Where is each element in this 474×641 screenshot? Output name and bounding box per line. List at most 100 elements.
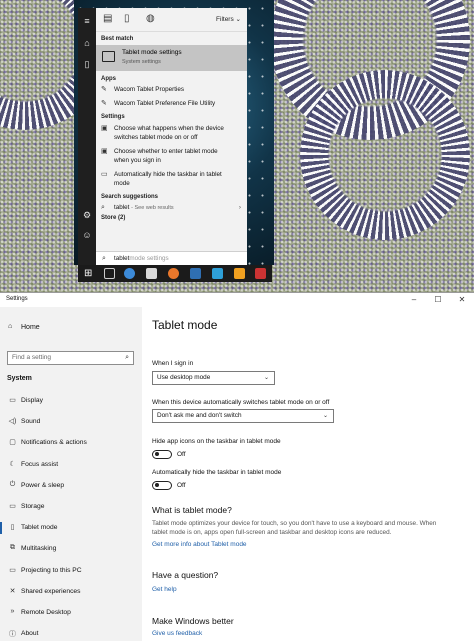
question-heading: Have a question?: [152, 570, 219, 580]
sidebar-item-label: Focus assist: [21, 460, 59, 468]
best-match-title: Tablet mode settings: [122, 49, 182, 56]
sidebar-item[interactable]: ◁) Sound: [0, 414, 142, 435]
settings-result-line: Choose what happens when the device: [114, 125, 224, 132]
home-label: Home: [21, 324, 40, 331]
search-autocomplete-text: mode settings: [129, 255, 169, 262]
best-match-header: Best match: [101, 36, 134, 42]
documents-icon[interactable]: ▯: [78, 57, 96, 71]
find-setting-input[interactable]: Find a setting ⌕: [7, 351, 134, 365]
power-icon: ⏻: [9, 480, 16, 488]
hide-taskbar-toggle[interactable]: [152, 481, 172, 490]
app-icon[interactable]: [146, 268, 157, 279]
more-info-link[interactable]: Get more info about Tablet mode: [152, 541, 247, 548]
app-icon[interactable]: [255, 268, 266, 279]
firefox-icon[interactable]: [168, 268, 179, 279]
tablet-icon: ▯: [10, 524, 15, 532]
suggestion-term: tablet: [114, 204, 130, 211]
get-help-link[interactable]: Get help: [152, 586, 177, 593]
sidebar-item[interactable]: ✕ Shared experiences: [0, 584, 142, 605]
page-title: Tablet mode: [152, 318, 218, 332]
sidebar-item[interactable]: ▯ Tablet mode: [0, 520, 142, 541]
storage-icon: ▭: [9, 502, 16, 510]
search-icon: ⌕: [125, 354, 129, 361]
switch-label: When this device automatically switches …: [152, 399, 330, 406]
filters-dropdown[interactable]: Filters ⌄: [216, 15, 241, 23]
chevron-right-icon: ›: [238, 204, 241, 211]
minimize-button[interactable]: –: [402, 293, 426, 307]
search-results-panel: ▤ ▯ ◍ Filters ⌄ Best match Tablet mode s…: [96, 8, 247, 265]
sidebar-item[interactable]: ▢ Notifications & actions: [0, 435, 142, 456]
switch-dropdown[interactable]: Don't ask me and don't switch ⌄: [152, 409, 334, 423]
sidebar-item-label: Power & sleep: [21, 481, 65, 489]
system-nav-list: ▭ Display ◁) Sound ▢ Notifications & actions ☾…: [0, 393, 142, 641]
sidebar-item-label: Tablet mode: [21, 524, 58, 532]
info-icon: ⓘ: [9, 631, 16, 639]
search-icon: ⌕: [102, 255, 106, 262]
documents-filter-icon[interactable]: ▯: [124, 13, 130, 24]
sign-in-dropdown[interactable]: Use desktop mode ⌄: [152, 371, 275, 385]
person-icon[interactable]: ☺: [78, 228, 96, 242]
sidebar-item-label: Storage: [21, 502, 45, 510]
sidebar-item[interactable]: ▭ Display: [0, 393, 142, 414]
hamburger-menu-icon[interactable]: ≡: [78, 14, 96, 28]
sidebar-item-label: Multitasking: [21, 545, 57, 553]
sidebar-item[interactable]: ⓘ About: [0, 626, 142, 641]
web-suggestion[interactable]: ⌕ tablet - See web results ›: [96, 202, 247, 214]
title-bar: Settings – ☐ ✕: [0, 293, 474, 307]
notification-icon: ▢: [9, 439, 16, 447]
suggestion-hint: - See web results: [131, 205, 174, 211]
hide-icons-toggle[interactable]: [152, 450, 172, 459]
chevron-down-icon: ⌄: [263, 375, 269, 381]
apps-filter-icon[interactable]: ▤: [103, 13, 112, 24]
app-icon[interactable]: [190, 268, 201, 279]
app-icon[interactable]: [234, 268, 245, 279]
web-filter-icon[interactable]: ◍: [146, 13, 155, 24]
home-icon: ⌂: [8, 323, 13, 330]
app-icon[interactable]: [212, 268, 223, 279]
people-icon[interactable]: [124, 268, 135, 279]
home-nav-item[interactable]: ⌂ Home: [0, 323, 142, 337]
settings-result-line: mode: [114, 180, 130, 187]
sidebar-item-label: Sound: [21, 418, 41, 426]
search-panel-header: ▤ ▯ ◍ Filters ⌄: [96, 8, 247, 32]
windows-start-icon[interactable]: ⊞: [84, 268, 95, 279]
settings-result[interactable]: ▭ Automatically hide the taskbar in tabl…: [96, 170, 247, 188]
close-button[interactable]: ✕: [450, 293, 474, 307]
tablet-settings-icon: ▣: [101, 125, 108, 132]
sidebar-item-label: Shared experiences: [21, 587, 81, 595]
feedback-link[interactable]: Give us feedback: [152, 630, 202, 637]
wacom-app-icon: ✎: [101, 86, 107, 93]
home-icon[interactable]: ⌂: [78, 36, 96, 50]
search-suggestions-header: Search suggestions: [101, 194, 159, 200]
settings-result[interactable]: ▣ Choose whether to enter tablet mode wh…: [96, 147, 247, 165]
sign-in-value: Use desktop mode: [157, 374, 211, 381]
tablet-mode-icon: [102, 51, 115, 62]
hide-icons-label: Hide app icons on the taskbar in tablet …: [152, 438, 281, 445]
app-result[interactable]: ✎ Wacom Tablet Preference File Utility: [96, 99, 247, 108]
remote-desktop-icon: »: [10, 607, 15, 615]
maximize-button[interactable]: ☐: [426, 293, 450, 307]
sidebar-item[interactable]: ⏻ Power & sleep: [0, 478, 142, 499]
projector-icon: ▭: [9, 566, 16, 574]
tablet-settings-icon: ▣: [101, 148, 108, 155]
description-line: Tablet mode optimizes your device for to…: [152, 520, 437, 527]
search-icon: ⌕: [101, 204, 105, 211]
app-result[interactable]: ✎ Wacom Tablet Properties: [96, 85, 247, 94]
speaker-icon: ◁): [8, 418, 17, 426]
description-line: tablet mode is on, apps open full-screen…: [152, 528, 392, 536]
gear-icon[interactable]: ⚙: [78, 208, 96, 222]
what-is-description: Tablet mode optimizes your device for to…: [152, 520, 452, 537]
wallpaper-swirl: [300, 70, 470, 240]
search-input[interactable]: ⌕ tabletmode settings: [96, 251, 247, 265]
find-setting-placeholder: Find a setting: [12, 354, 52, 361]
best-match-result[interactable]: Tablet mode settings System settings: [96, 45, 247, 71]
sidebar-item-label: Remote Desktop: [21, 608, 71, 616]
sidebar-item[interactable]: ▭ Storage: [0, 499, 142, 520]
sidebar-item[interactable]: ⧉ Multitasking: [0, 541, 142, 562]
sidebar-item-label: Notifications & actions: [21, 439, 87, 447]
task-view-icon[interactable]: [104, 268, 115, 279]
sidebar-item[interactable]: ☾ Focus assist: [0, 457, 142, 478]
sidebar-item[interactable]: » Remote Desktop: [0, 605, 142, 626]
settings-result[interactable]: ▣ Choose what happens when the device sw…: [96, 124, 247, 142]
sidebar-item[interactable]: ▭ Projecting to this PC: [0, 563, 142, 584]
